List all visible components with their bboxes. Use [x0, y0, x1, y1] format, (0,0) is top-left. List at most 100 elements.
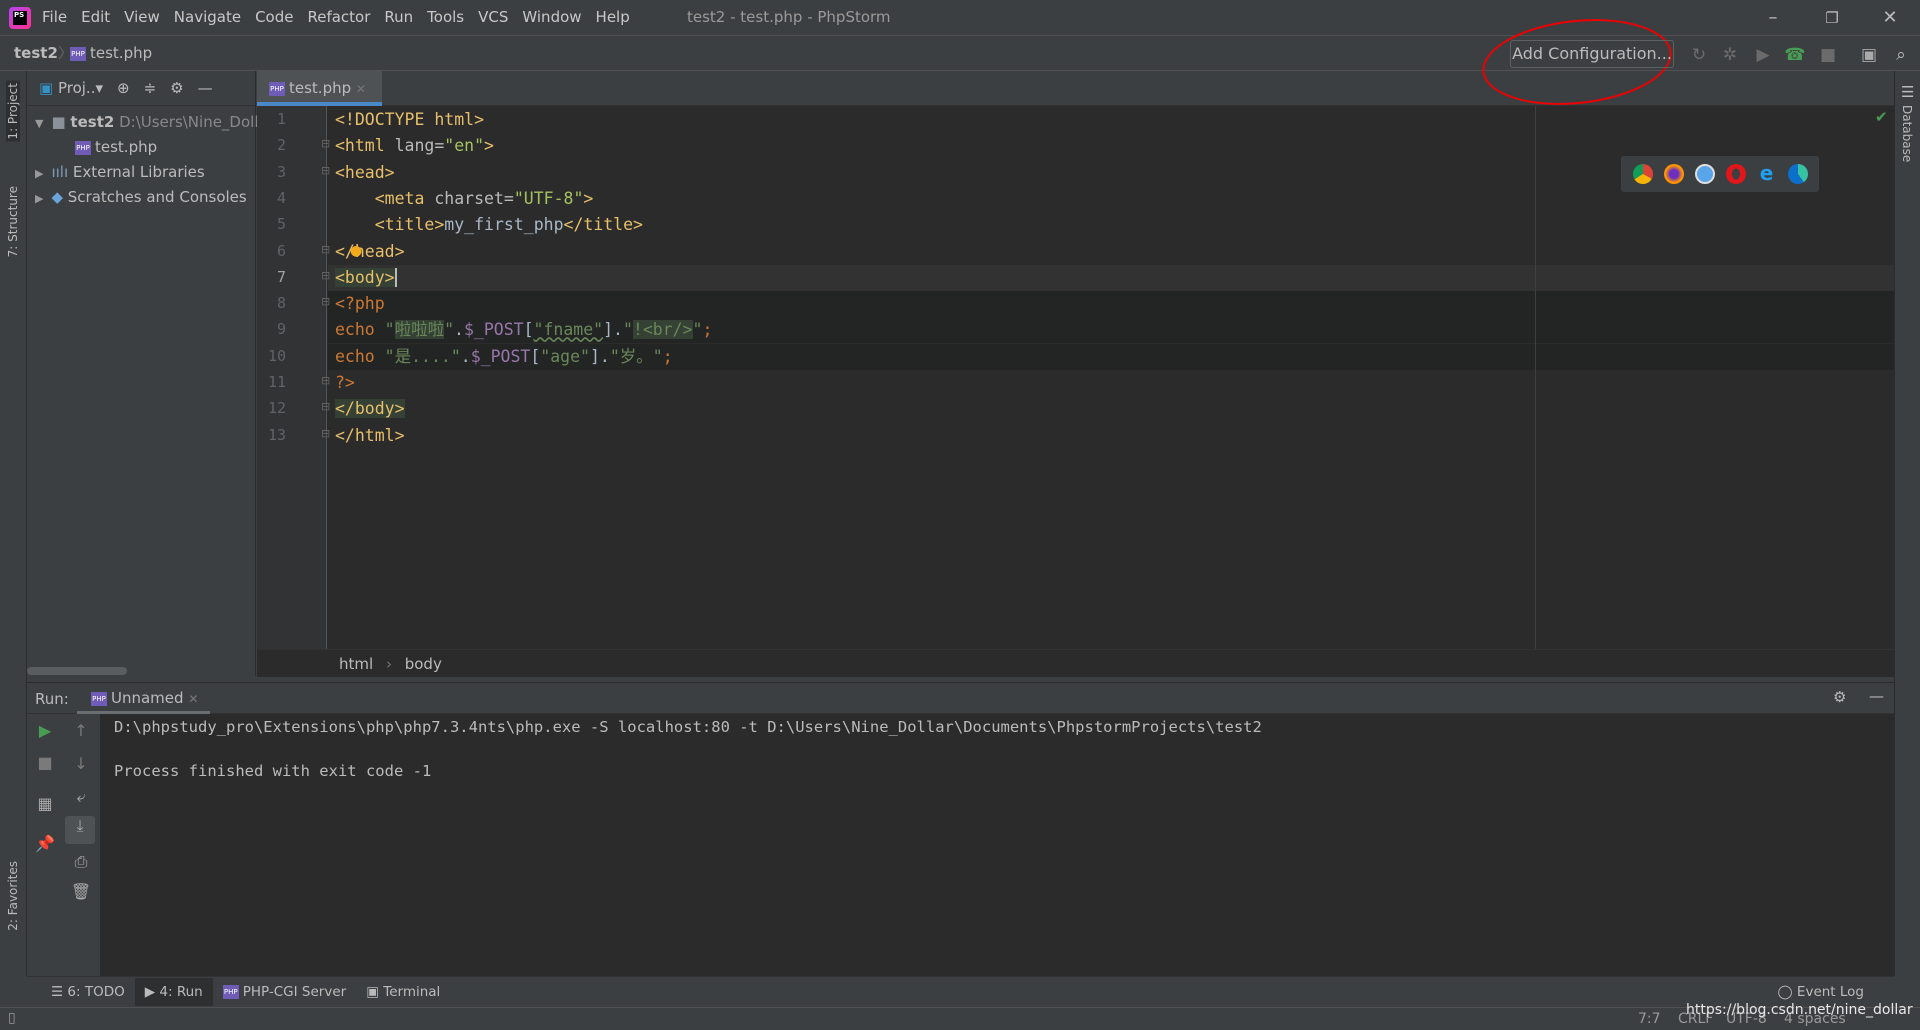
down-arrow-icon[interactable]: ↓ — [63, 754, 99, 773]
horizontal-scrollbar[interactable] — [27, 667, 127, 675]
edge-icon[interactable] — [1787, 164, 1808, 184]
trash-icon[interactable]: 🗑 — [63, 882, 99, 901]
search-icon[interactable]: ⌕ — [1890, 44, 1912, 66]
menu-run[interactable]: Run — [384, 8, 413, 26]
run-tab-unnamed[interactable]: PHP Unnamed ✕ — [77, 683, 211, 714]
chrome-icon[interactable] — [1632, 164, 1653, 184]
opera-icon[interactable] — [1725, 164, 1746, 184]
line-gutter: 1 2 ⊟ 3 ⊟ 4 5 6 ⊟ 7 ⊟ 8 ⊟ 9 10 11 ⊟ 12 ⊟ 13 ⊟ — [257, 106, 330, 649]
status-bar: ▯ 7:7 CRLF UTF-8 4 spaces https://blog.c… — [0, 1002, 1920, 1030]
tree-item[interactable]: ▶ ◆ Scratches and Consoles — [35, 188, 247, 206]
code-token: . — [460, 346, 471, 366]
ie-icon[interactable]: e — [1757, 163, 1777, 184]
menu-navigate[interactable]: Navigate — [174, 8, 241, 26]
safari-icon[interactable] — [1694, 164, 1715, 184]
restore-button[interactable]: ❐ — [1812, 4, 1852, 32]
breadcrumb-html[interactable]: html — [339, 655, 373, 673]
menu-file[interactable]: File — [42, 8, 67, 26]
project-tool-tab[interactable]: 1: Project — [6, 81, 20, 142]
todo-tab[interactable]: ☰ 6: TODO — [41, 978, 135, 1006]
print-icon[interactable]: ⎙ — [63, 852, 99, 872]
listen-debug-icon[interactable]: ☎ — [1784, 44, 1806, 66]
inspection-ok-icon[interactable]: ✔ — [1875, 108, 1888, 126]
php-file-icon: PHP — [91, 691, 107, 706]
project-structure-icon[interactable]: ▣ — [1858, 44, 1880, 66]
favorites-tool-tab[interactable]: 2: Favorites — [6, 861, 20, 931]
tree-item[interactable]: ▶ ıılı External Libraries — [35, 163, 205, 181]
menu-edit[interactable]: Edit — [81, 8, 110, 26]
code-token: "en" — [444, 136, 485, 156]
fold-marker-icon[interactable]: ⊟ — [321, 269, 330, 282]
nav-project[interactable]: test2 — [14, 44, 58, 62]
code-token: !<br/> — [632, 320, 693, 340]
fold-marker-icon[interactable]: ⊟ — [321, 400, 330, 413]
close-tab-icon[interactable]: ✕ — [356, 82, 366, 96]
editor-breadcrumb: html › body — [257, 649, 1894, 677]
menu-refactor[interactable]: Refactor — [307, 8, 370, 26]
add-configuration-button[interactable]: Add Configuration... — [1510, 40, 1674, 68]
collapse-all-icon[interactable]: ≑ — [144, 79, 157, 97]
terminal-tab[interactable]: ▣ Terminal — [356, 978, 450, 1006]
tree-item[interactable]: PHP test.php — [75, 138, 157, 156]
code-editor[interactable]: 1 2 ⊟ 3 ⊟ 4 5 6 ⊟ 7 ⊟ 8 ⊟ 9 10 11 ⊟ 12 ⊟ 13 ⊟ <!DOCTYPE html… — [257, 106, 1894, 649]
tab-test-php[interactable]: PHP test.php ✕ — [257, 71, 382, 106]
tree-item[interactable]: ▼ ■ test2 D:\Users\Nine_Doll — [35, 113, 259, 131]
menu-help[interactable]: Help — [596, 8, 630, 26]
hide-icon[interactable]: — — [1869, 687, 1884, 705]
breadcrumb-body[interactable]: body — [405, 655, 442, 673]
scroll-to-end-icon[interactable]: ⤓ — [65, 816, 95, 844]
php-block-background — [328, 291, 1894, 318]
menu-tools[interactable]: Tools — [427, 8, 464, 26]
firefox-icon[interactable] — [1663, 164, 1684, 184]
phpstorm-logo-icon: PS — [9, 7, 31, 29]
menu-code[interactable]: Code — [255, 8, 293, 26]
coverage-icon[interactable]: ▶ — [1752, 44, 1774, 66]
structure-tool-tab[interactable]: 7: Structure — [6, 186, 20, 257]
project-view-dropdown[interactable]: ▣ Proj..▾ — [39, 79, 103, 97]
run-console-output[interactable]: D:\phpstudy_pro\Extensions\php\php7.3.4n… — [100, 714, 1894, 976]
close-tab-icon[interactable]: ✕ — [188, 692, 198, 706]
lightbulb-icon[interactable]: ● — [350, 243, 362, 259]
expand-arrow-icon[interactable]: ▼ — [35, 117, 43, 130]
code-token: <body> — [335, 267, 395, 287]
php-cgi-server-tab[interactable]: PHP PHP-CGI Server — [213, 978, 356, 1006]
fold-marker-icon[interactable]: ⊟ — [321, 427, 330, 440]
code-token: " — [444, 320, 455, 340]
fold-marker-icon[interactable]: ⊟ — [321, 164, 330, 177]
database-tool-tab[interactable]: Database — [1900, 105, 1914, 162]
menu-view[interactable]: View — [124, 8, 160, 26]
fold-marker-icon[interactable]: ⊟ — [321, 295, 330, 308]
rerun-icon[interactable]: ▶ — [27, 721, 63, 740]
collapse-arrow-icon[interactable]: ▶ — [35, 192, 43, 205]
code-line: </head> — [335, 239, 405, 265]
nav-file[interactable]: PHP test.php — [70, 44, 152, 62]
code-token: " — [692, 320, 703, 340]
gear-icon[interactable]: ⚙ — [1833, 688, 1846, 706]
soft-wrap-icon[interactable]: ⤶ — [63, 787, 99, 807]
line-number: 10 — [267, 346, 286, 365]
watermark: https://blog.csdn.net/nine_dollar — [1686, 1002, 1913, 1018]
caret-position[interactable]: 7:7 — [1638, 1011, 1661, 1027]
stop-icon[interactable]: ■ — [27, 753, 63, 772]
gear-icon[interactable]: ⚙ — [170, 79, 183, 97]
fold-marker-icon[interactable]: ⊟ — [321, 243, 330, 256]
minimize-button[interactable]: – — [1753, 4, 1793, 32]
fold-marker-icon[interactable]: ⊟ — [321, 137, 330, 150]
run-tab[interactable]: ▶ 4: Run — [134, 978, 213, 1006]
debug-icon[interactable]: ✲ — [1719, 44, 1741, 66]
menu-vcs[interactable]: VCS — [478, 8, 508, 26]
pin-icon[interactable]: 📌 — [27, 834, 63, 853]
close-window-button[interactable]: ✕ — [1870, 4, 1910, 32]
rerun-icon[interactable]: ↻ — [1688, 44, 1710, 66]
fold-marker-icon[interactable]: ⊟ — [321, 374, 330, 387]
collapse-arrow-icon[interactable]: ▶ — [35, 167, 43, 180]
locate-icon[interactable]: ⊕ — [117, 79, 130, 97]
layout-icon[interactable]: ▦ — [27, 794, 63, 813]
menu-window[interactable]: Window — [522, 8, 581, 26]
tool-window-toggle-icon[interactable]: ▯ — [8, 1010, 16, 1026]
code-token: "岁。" — [609, 346, 663, 366]
hide-icon[interactable]: — — [198, 79, 213, 97]
stop-icon[interactable]: ■ — [1817, 44, 1839, 66]
up-arrow-icon[interactable]: ↑ — [63, 721, 99, 740]
